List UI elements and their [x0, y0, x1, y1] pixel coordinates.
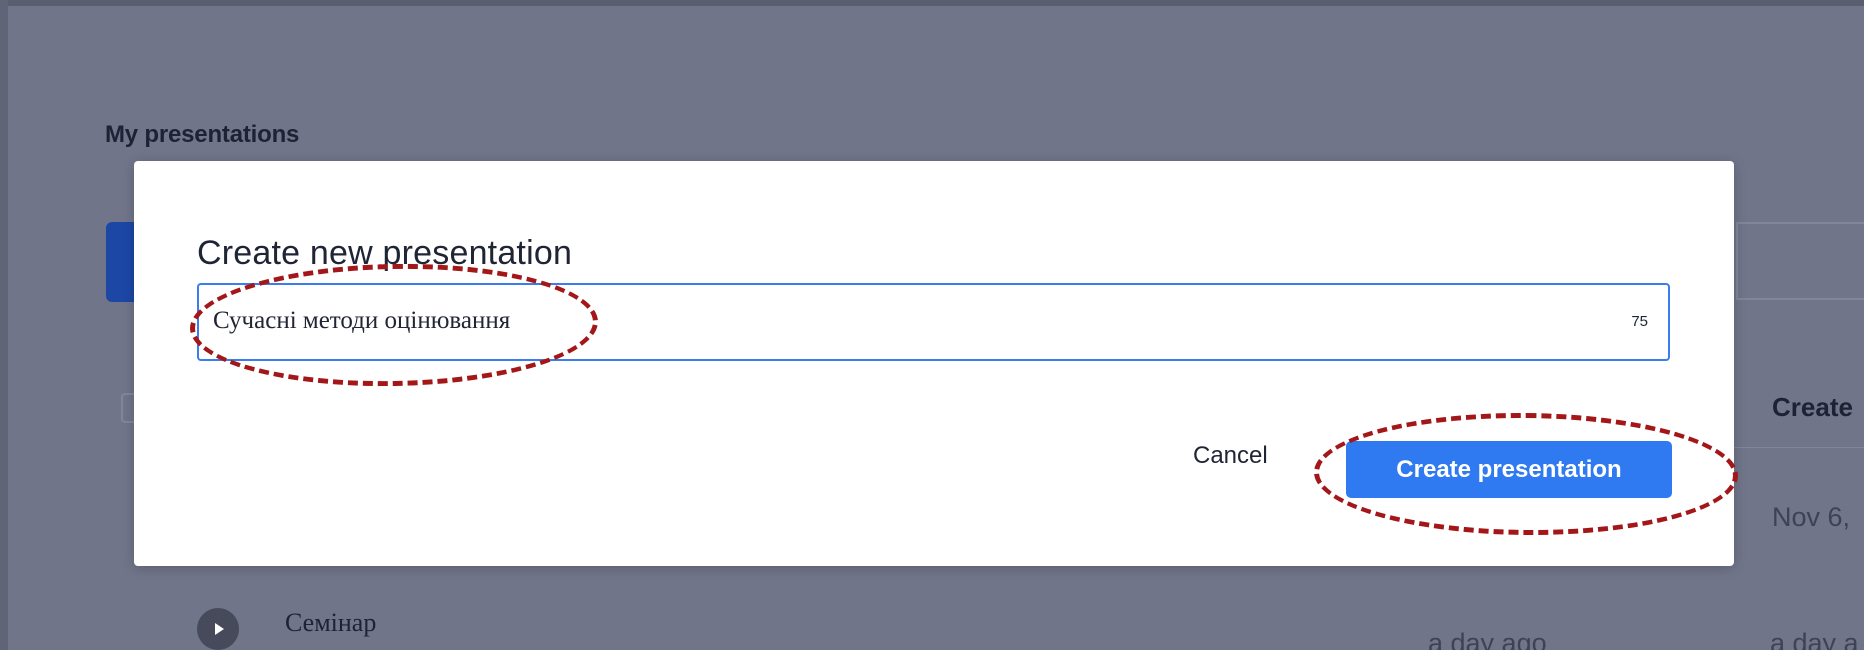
- presentation-row-title: Семінар: [285, 608, 377, 637]
- created-time: a day a: [1770, 628, 1859, 650]
- top-edge: [0, 0, 1864, 6]
- app-screen: My presentations Create Nov 6, Семінар a…: [0, 0, 1864, 650]
- created-column-header: Create: [1772, 392, 1853, 422]
- create-presentation-button[interactable]: Create presentation: [1346, 441, 1672, 498]
- cancel-button[interactable]: Cancel: [1193, 442, 1268, 470]
- dialog-title: Create new presentation: [197, 234, 573, 272]
- create-presentation-dialog: Create new presentation 75 Cancel Create…: [134, 161, 1734, 566]
- updated-time: a day ago: [1428, 628, 1547, 650]
- search-field-background: [1736, 222, 1864, 300]
- presentation-name-field[interactable]: 75: [197, 283, 1670, 361]
- presentation-date: Nov 6,: [1772, 502, 1851, 532]
- section-title: My presentations: [105, 121, 300, 148]
- presentation-name-input[interactable]: [213, 303, 1553, 339]
- left-edge: [0, 0, 8, 650]
- character-counter: 75: [1631, 313, 1648, 330]
- play-icon: [197, 608, 239, 650]
